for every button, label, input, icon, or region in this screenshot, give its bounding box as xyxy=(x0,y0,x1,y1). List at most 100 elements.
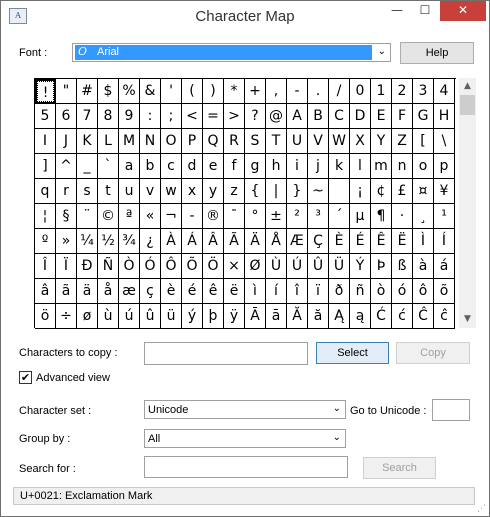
character-cell[interactable]: Z xyxy=(392,129,413,154)
characters-to-copy-input[interactable] xyxy=(144,342,308,365)
character-cell[interactable]: # xyxy=(77,79,98,104)
character-cell[interactable]: ? xyxy=(245,104,266,129)
character-cell[interactable]: ¥ xyxy=(434,179,455,204)
character-cell[interactable]: r xyxy=(56,179,77,204)
character-cell[interactable]: ï xyxy=(308,279,329,304)
character-cell[interactable]: Â xyxy=(203,229,224,254)
character-cell[interactable]: V xyxy=(308,129,329,154)
character-cell[interactable]: ® xyxy=(203,204,224,229)
character-cell[interactable]: Ú xyxy=(287,254,308,279)
character-cell[interactable]: Ą xyxy=(329,304,350,329)
character-cell[interactable]: ÿ xyxy=(224,304,245,329)
character-cell[interactable]: ê xyxy=(203,279,224,304)
scroll-thumb[interactable] xyxy=(460,95,475,115)
character-cell[interactable]: v xyxy=(140,179,161,204)
character-cell[interactable]: i xyxy=(287,154,308,179)
character-cell[interactable]: Ï xyxy=(56,254,77,279)
character-cell[interactable]: ĉ xyxy=(434,304,455,329)
character-cell[interactable]: R xyxy=(224,129,245,154)
character-cell[interactable]: û xyxy=(140,304,161,329)
character-cell[interactable]: Ë xyxy=(392,229,413,254)
character-cell[interactable]: ' xyxy=(161,79,182,104)
character-cell[interactable]: % xyxy=(119,79,140,104)
character-cell[interactable]: 0 xyxy=(350,79,371,104)
character-cell[interactable]: 4 xyxy=(434,79,455,104)
character-cell[interactable]: Q xyxy=(203,129,224,154)
grid-scrollbar[interactable]: ▲ ▼ xyxy=(459,78,476,328)
character-cell[interactable]: ä xyxy=(77,279,98,304)
character-cell[interactable]: a xyxy=(119,154,140,179)
character-cell[interactable]: ú xyxy=(119,304,140,329)
character-cell[interactable]: ; xyxy=(161,104,182,129)
character-cell[interactable]: P xyxy=(182,129,203,154)
character-cell[interactable]: · xyxy=(392,204,413,229)
character-cell[interactable]: h xyxy=(266,154,287,179)
character-cell[interactable]: [ xyxy=(413,129,434,154)
character-cell[interactable]: : xyxy=(140,104,161,129)
character-cell[interactable]: - xyxy=(182,204,203,229)
character-cell[interactable]: § xyxy=(56,204,77,229)
character-cell[interactable]: è xyxy=(161,279,182,304)
character-cell[interactable]: 8 xyxy=(98,104,119,129)
character-cell[interactable]: I xyxy=(35,129,56,154)
character-cell[interactable]: K xyxy=(77,129,98,154)
character-cell[interactable]: o xyxy=(413,154,434,179)
character-cell[interactable]: ö xyxy=(35,304,56,329)
character-cell[interactable]: ¡ xyxy=(350,179,371,204)
character-cell[interactable]: Ä xyxy=(245,229,266,254)
font-dropdown[interactable]: O Arial ⌄ xyxy=(72,43,391,62)
chevron-down-icon[interactable]: ⌄ xyxy=(378,46,386,57)
advanced-view-label[interactable]: Advanced view xyxy=(36,372,110,384)
character-cell[interactable]: H xyxy=(434,104,455,129)
character-cell[interactable]: á xyxy=(434,254,455,279)
character-cell[interactable]: ¼ xyxy=(77,229,98,254)
character-cell[interactable]: X xyxy=(350,129,371,154)
character-cell[interactable]: ~ xyxy=(308,179,329,204)
character-cell[interactable]: ù xyxy=(98,304,119,329)
character-cell[interactable]: D xyxy=(350,104,371,129)
character-cell[interactable]: ° xyxy=(245,204,266,229)
character-cell[interactable]: Ü xyxy=(329,254,350,279)
character-cell[interactable]: " xyxy=(56,79,77,104)
character-cell[interactable]: M xyxy=(119,129,140,154)
character-cell[interactable]: 5 xyxy=(35,104,56,129)
character-cell[interactable]: Á xyxy=(182,229,203,254)
select-button[interactable]: Select xyxy=(316,342,389,364)
character-cell[interactable]: ó xyxy=(392,279,413,304)
character-cell[interactable]: Ù xyxy=(266,254,287,279)
character-cell[interactable]: Û xyxy=(308,254,329,279)
character-cell[interactable]: ă xyxy=(308,304,329,329)
character-cell[interactable]: ¤ xyxy=(413,179,434,204)
help-button[interactable]: Help xyxy=(400,42,474,64)
character-cell[interactable]: / xyxy=(329,79,350,104)
character-cell[interactable]: * xyxy=(224,79,245,104)
character-cell[interactable]: î xyxy=(287,279,308,304)
character-cell[interactable]: ò xyxy=(371,279,392,304)
character-cell[interactable]: N xyxy=(140,129,161,154)
character-cell[interactable]: ć xyxy=(392,304,413,329)
character-cell[interactable]: ð xyxy=(329,279,350,304)
character-cell[interactable]: ì xyxy=(245,279,266,304)
character-cell[interactable]: e xyxy=(203,154,224,179)
character-cell[interactable]: , xyxy=(266,79,287,104)
character-cell[interactable]: l xyxy=(350,154,371,179)
character-cell[interactable] xyxy=(329,179,350,204)
character-cell[interactable]: Ñ xyxy=(98,254,119,279)
character-cell[interactable]: × xyxy=(224,254,245,279)
scroll-down-arrow-icon[interactable]: ▼ xyxy=(459,311,476,328)
character-cell[interactable]: B xyxy=(308,104,329,129)
character-cell[interactable]: 3 xyxy=(413,79,434,104)
character-cell[interactable]: Ð xyxy=(77,254,98,279)
character-cell[interactable]: Ă xyxy=(287,304,308,329)
character-cell[interactable]: À xyxy=(161,229,182,254)
character-cell[interactable]: F xyxy=(392,104,413,129)
character-cell[interactable]: ] xyxy=(35,154,56,179)
character-cell[interactable]: Ý xyxy=(350,254,371,279)
character-cell[interactable]: ^ xyxy=(56,154,77,179)
character-cell[interactable]: & xyxy=(140,79,161,104)
search-input[interactable] xyxy=(144,456,348,478)
character-cell[interactable]: þ xyxy=(203,304,224,329)
character-cell[interactable]: Ĉ xyxy=(413,304,434,329)
character-cell[interactable]: W xyxy=(329,129,350,154)
character-cell[interactable]: Y xyxy=(371,129,392,154)
